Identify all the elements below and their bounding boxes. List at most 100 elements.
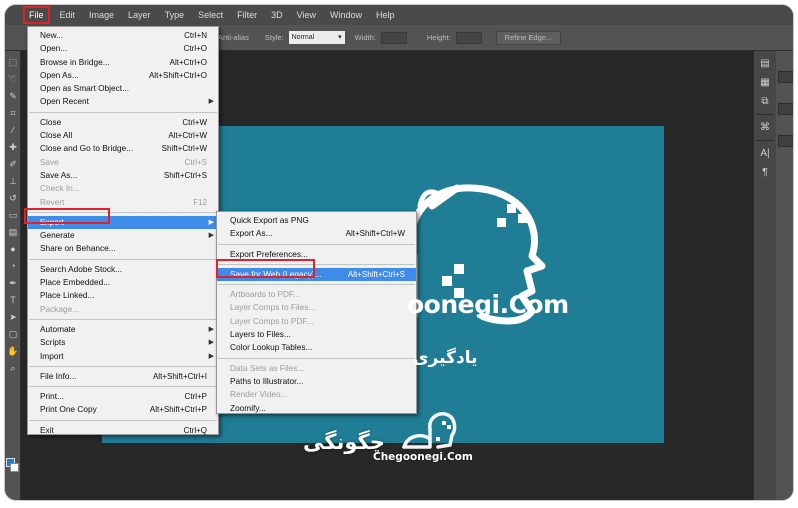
menu-layer[interactable]: Layer: [121, 5, 158, 25]
gradient-tool-icon[interactable]: ▤: [7, 226, 19, 238]
canvas-logo-subtitle: یادگیری: [413, 348, 478, 368]
menu-separator: [29, 419, 217, 421]
menu-item-quick-export-png[interactable]: Quick Export as PNG: [217, 214, 416, 227]
menu-file[interactable]: File: [23, 6, 50, 24]
menu-item-label: Revert: [40, 196, 65, 207]
menu-item-exit[interactable]: Exit Ctrl+Q: [28, 424, 218, 437]
paragraph-panel-icon[interactable]: ¶: [758, 166, 772, 179]
paths-panel-icon[interactable]: ⌘: [758, 121, 772, 134]
menu-item-search-adobe-stock[interactable]: Search Adobe Stock...: [28, 263, 218, 276]
menu-separator: [29, 258, 217, 260]
brush-tool-icon[interactable]: ✐: [7, 158, 19, 170]
menu-item-label: Artboards to PDF...: [230, 289, 301, 300]
submenu-arrow-icon: ▶: [208, 325, 214, 333]
menu-type[interactable]: Type: [158, 5, 192, 25]
character-panel-icon[interactable]: A|: [758, 147, 772, 160]
panel-block[interactable]: [778, 103, 793, 115]
menu-view[interactable]: View: [290, 5, 323, 25]
style-select[interactable]: Normal: [288, 31, 345, 44]
submenu-arrow-icon: ▶: [208, 98, 214, 106]
menu-item-import[interactable]: Import ▶: [28, 350, 218, 363]
menu-item-label: Zoomify...: [230, 402, 266, 413]
menu-image[interactable]: Image: [82, 5, 121, 25]
dodge-tool-icon[interactable]: ◔: [7, 260, 19, 272]
zoom-tool-icon[interactable]: ⌕: [7, 362, 19, 374]
menu-item-label: Data Sets as Files...: [230, 362, 305, 373]
height-input[interactable]: [455, 31, 482, 44]
menu-item-close-all[interactable]: Close All Alt+Ctrl+W: [28, 129, 218, 142]
menu-item-open[interactable]: Open... Ctrl+O: [28, 42, 218, 55]
menu-item-shortcut: Alt+Shift+Ctrl+S: [347, 269, 405, 279]
menu-item-paths-to-illustrator[interactable]: Paths to Illustrator...: [217, 375, 416, 388]
background-color-swatch[interactable]: [10, 463, 19, 472]
menu-item-color-lookup-tables[interactable]: Color Lookup Tables...: [217, 341, 416, 354]
menu-item-package: Package...: [28, 303, 218, 316]
marquee-tool-icon[interactable]: ⬚: [7, 56, 19, 68]
type-tool-icon[interactable]: T: [7, 294, 19, 306]
menu-item-new[interactable]: New... Ctrl+N: [28, 29, 218, 42]
menu-select[interactable]: Select: [191, 5, 230, 25]
menu-item-layers-to-files[interactable]: Layers to Files...: [217, 328, 416, 341]
menu-item-zoomify[interactable]: Zoomify...: [217, 402, 416, 415]
menu-item-share-on-behance[interactable]: Share on Behance...: [28, 242, 218, 255]
menu-separator: [29, 318, 217, 320]
shape-tool-icon[interactable]: ▢: [7, 328, 19, 340]
menu-item-print-one-copy[interactable]: Print One Copy Alt+Shift+Ctrl+P: [28, 403, 218, 416]
menu-3d[interactable]: 3D: [264, 5, 290, 25]
menu-item-label: Paths to Illustrator...: [230, 375, 304, 386]
menu-help[interactable]: Help: [369, 5, 402, 25]
menu-item-shortcut: Ctrl+Q: [183, 425, 207, 435]
menu-item-open-smart-object[interactable]: Open as Smart Object...: [28, 82, 218, 95]
menu-item-shortcut: Ctrl+P: [184, 392, 207, 402]
path-select-icon[interactable]: ➤: [7, 311, 19, 323]
menu-item-export-as[interactable]: Export As... Alt+Shift+Ctrl+W: [217, 227, 416, 240]
menu-item-open-recent[interactable]: Open Recent ▶: [28, 95, 218, 108]
menu-item-artboards-to-pdf: Artboards to PDF...: [217, 288, 416, 301]
quick-select-tool-icon[interactable]: ✎: [7, 90, 19, 102]
menu-item-export-preferences[interactable]: Export Preferences...: [217, 248, 416, 261]
panel-block[interactable]: [778, 135, 793, 147]
blur-tool-icon[interactable]: ●: [7, 243, 19, 255]
libraries-panel-icon[interactable]: ⧉: [758, 95, 772, 108]
menu-item-place-embedded[interactable]: Place Embedded...: [28, 276, 218, 289]
menu-item-file-info[interactable]: File Info... Alt+Shift+Ctrl+I: [28, 370, 218, 383]
menu-window[interactable]: Window: [323, 5, 369, 25]
panel-block[interactable]: [778, 71, 793, 83]
menu-item-label: Color Lookup Tables...: [230, 342, 313, 353]
history-brush-icon[interactable]: ↺: [7, 192, 19, 204]
menu-item-label: Share on Behance...: [40, 243, 116, 254]
lasso-tool-icon[interactable]: ➰: [7, 73, 19, 85]
crop-tool-icon[interactable]: ⌗: [7, 107, 19, 119]
menu-item-shortcut: Ctrl+N: [184, 31, 207, 40]
refine-edge-button[interactable]: Refine Edge...: [495, 30, 562, 45]
menu-item-save-for-web[interactable]: Save for Web (Legacy)... Alt+Shift+Ctrl+S: [217, 267, 416, 282]
menu-item-label: Close All: [40, 130, 73, 141]
menu-item-save-as[interactable]: Save As... Shift+Ctrl+S: [28, 169, 218, 182]
menu-item-close[interactable]: Close Ctrl+W: [28, 116, 218, 129]
menu-item-export[interactable]: Export ▶: [28, 215, 218, 230]
menu-item-scripts[interactable]: Scripts ▶: [28, 336, 218, 349]
eraser-tool-icon[interactable]: ▭: [7, 209, 19, 221]
menu-item-open-as[interactable]: Open As... Alt+Shift+Ctrl+O: [28, 69, 218, 82]
menu-item-label: Export As...: [230, 228, 273, 239]
menu-edit[interactable]: Edit: [53, 5, 83, 25]
menu-filter[interactable]: Filter: [230, 5, 264, 25]
properties-panel-icon[interactable]: ▦: [758, 76, 772, 89]
width-input[interactable]: [380, 31, 407, 44]
menu-item-place-linked[interactable]: Place Linked...: [28, 289, 218, 302]
panel-icon-strip: ▤ ▦ ⧉ ⌘ A| ¶: [754, 51, 776, 500]
healing-tool-icon[interactable]: ✚: [7, 141, 19, 153]
pen-tool-icon[interactable]: ✒: [7, 277, 19, 289]
hand-tool-icon[interactable]: ✋: [7, 345, 19, 357]
menu-item-close-go-to-bridge[interactable]: Close and Go to Bridge... Shift+Ctrl+W: [28, 142, 218, 155]
stamp-tool-icon[interactable]: ⊥: [7, 175, 19, 187]
menu-item-generate[interactable]: Generate ▶: [28, 229, 218, 242]
menu-item-label: Layer Comps to Files...: [230, 302, 316, 313]
dock-divider: [756, 140, 774, 141]
menu-item-print[interactable]: Print... Ctrl+P: [28, 390, 218, 403]
eyedropper-tool-icon[interactable]: ⁄: [7, 124, 19, 136]
menu-item-browse-in-bridge[interactable]: Browse in Bridge... Alt+Ctrl+O: [28, 56, 218, 69]
history-panel-icon[interactable]: ▤: [758, 57, 772, 70]
menu-item-automate[interactable]: Automate ▶: [28, 323, 218, 336]
watermark-logo-icon: [402, 412, 457, 449]
